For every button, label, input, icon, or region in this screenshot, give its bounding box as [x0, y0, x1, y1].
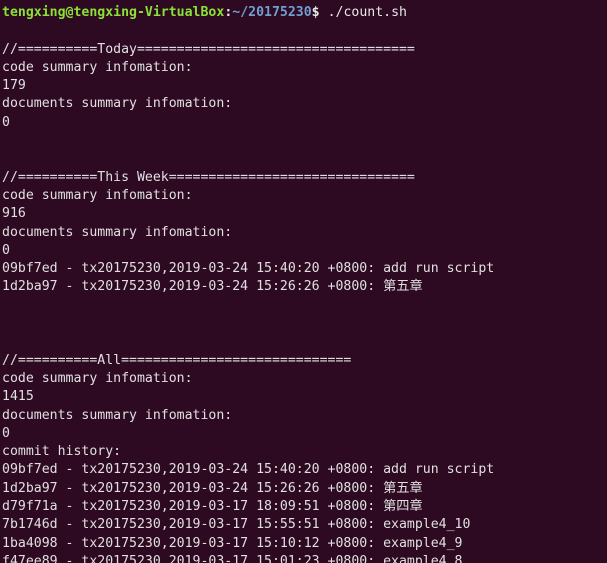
prompt-command: ./count.sh [319, 5, 407, 20]
commit-line: 1d2ba97 - tx20175230,2019-03-24 15:26:26… [2, 279, 423, 295]
today-documents-summary-label: documents summary infomation: [2, 96, 233, 112]
prompt-dollar: $ [311, 5, 320, 20]
prompt-line: tengxing@tengxing-VirtualBox:~/20175230$… [2, 4, 607, 22]
commit-line: 7b1746d - tx20175230,2019-03-17 15:55:51… [2, 517, 471, 533]
all-code-summary-value: 1415 [2, 389, 34, 405]
commit-line: 1d2ba97 - tx20175230,2019-03-24 15:26:26… [2, 480, 423, 496]
prompt-user-host: tengxing@tengxing-VirtualBox [2, 5, 225, 20]
terminal-window[interactable]: tengxing@tengxing-VirtualBox:~/20175230$… [0, 0, 607, 563]
commit-line: 09bf7ed - tx20175230,2019-03-24 15:40:20… [2, 462, 495, 478]
all-documents-summary-value: 0 [2, 425, 10, 441]
this-week-documents-summary-value: 0 [2, 242, 10, 258]
commit-line: f47ee89 - tx20175230,2019-03-17 15:01:23… [2, 553, 463, 563]
this-week-code-summary-value: 916 [2, 206, 26, 222]
prompt-path: ~/20175230 [232, 5, 312, 20]
all-code-summary-label: code summary infomation: [2, 370, 193, 386]
today-section-header: //==========Today=======================… [2, 41, 415, 57]
this-week-code-summary-label: code summary infomation: [2, 187, 193, 203]
all-section-header: //==========All=========================… [2, 352, 352, 368]
commit-history-label: commit history: [2, 444, 122, 460]
commit-line: d79f71a - tx20175230,2019-03-17 18:09:51… [2, 499, 423, 515]
today-documents-summary-value: 0 [2, 114, 10, 130]
this-week-documents-summary-label: documents summary infomation: [2, 224, 233, 240]
commit-line: 1ba4098 - tx20175230,2019-03-17 15:10:12… [2, 535, 463, 551]
today-code-summary-value: 179 [2, 78, 26, 94]
today-code-summary-label: code summary infomation: [2, 59, 193, 75]
this-week-section-header: //==========This Week===================… [2, 169, 415, 185]
all-documents-summary-label: documents summary infomation: [2, 407, 233, 423]
commit-line: 09bf7ed - tx20175230,2019-03-24 15:40:20… [2, 261, 495, 277]
